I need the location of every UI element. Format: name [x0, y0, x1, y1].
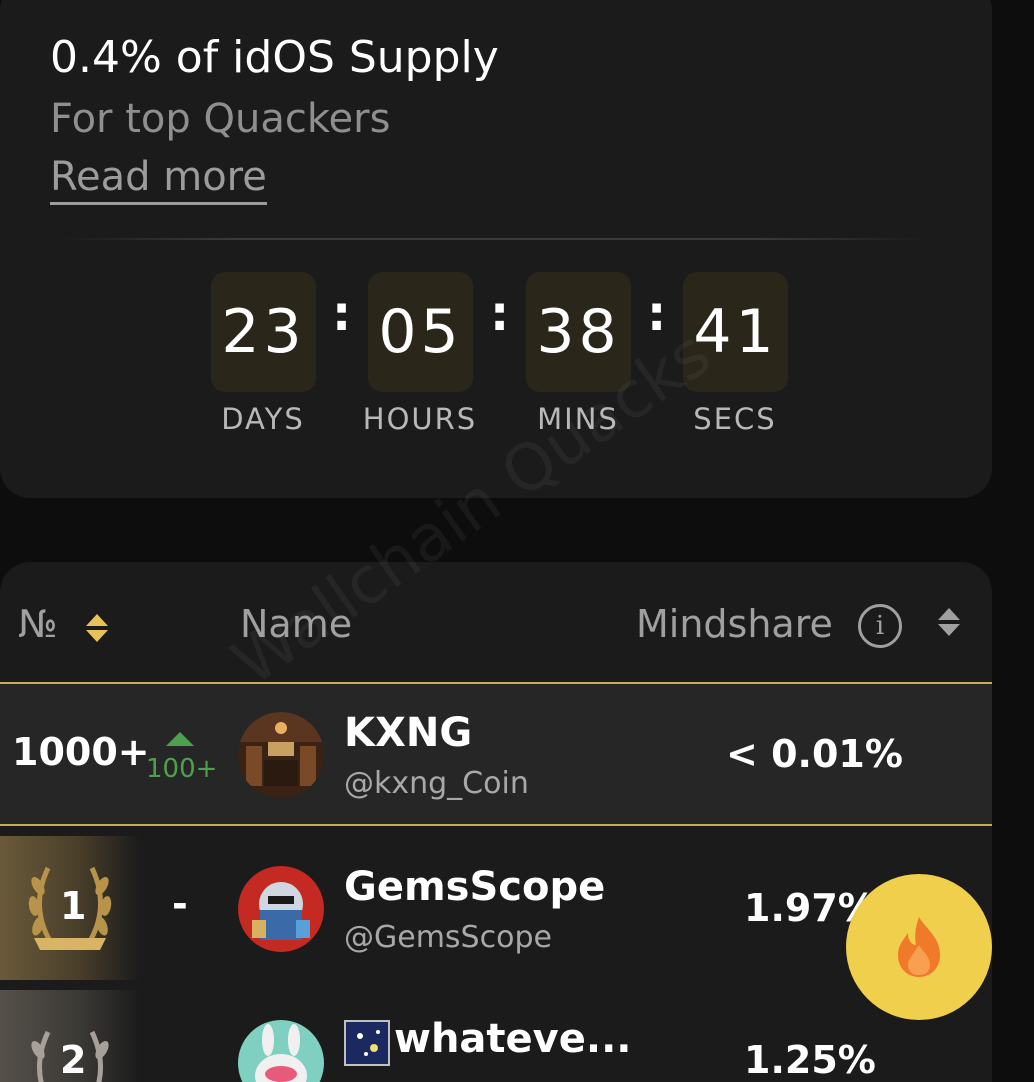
mindshare-value: < 0.01% — [726, 732, 903, 776]
countdown-hours: 05 — [368, 272, 473, 392]
countdown-days: 23 — [211, 272, 316, 392]
rank-value: 2 — [60, 1038, 87, 1082]
rank-value: 1000+ — [12, 730, 150, 774]
table-row[interactable]: 2 whateve... 1.25% — [0, 990, 992, 1082]
countdown-label-days: DAYS — [221, 402, 305, 436]
countdown-label-hours: HOURS — [362, 402, 478, 436]
header-rank: № — [18, 602, 58, 646]
sort-rank-icon[interactable] — [86, 614, 108, 644]
fire-button[interactable] — [846, 874, 992, 1020]
user-name[interactable]: GemsScope — [344, 864, 605, 910]
avatar[interactable] — [238, 1020, 324, 1082]
countdown-mins: 38 — [526, 272, 631, 392]
emoji-icon — [344, 1020, 390, 1066]
user-handle[interactable]: @GemsScope — [344, 920, 552, 955]
rank-value: 1 — [60, 884, 87, 928]
promo-card: 0.4% of idOS Supply For top Quackers Rea… — [0, 0, 992, 498]
countdown-separator: : — [332, 286, 352, 342]
info-icon[interactable]: i — [858, 604, 902, 648]
user-name[interactable]: KXNG — [344, 710, 472, 756]
header-name: Name — [240, 602, 353, 646]
countdown-secs: 41 — [683, 272, 788, 392]
divider — [60, 238, 930, 240]
promo-title: 0.4% of idOS Supply — [50, 32, 499, 83]
countdown-separator: : — [490, 286, 510, 342]
countdown-separator: : — [647, 286, 667, 342]
countdown-label-mins: MINS — [537, 402, 619, 436]
read-more-link[interactable]: Read more — [50, 154, 267, 205]
rank-change: - — [172, 882, 188, 926]
countdown-label-secs: SECS — [693, 402, 777, 436]
table-row[interactable]: 1 - GemsScope @GemsScope 1.97% — [0, 836, 992, 980]
rank-change: 100+ — [146, 754, 218, 784]
rank-up-arrow-icon — [166, 732, 194, 746]
avatar[interactable] — [238, 866, 324, 952]
leaderboard: № Name Mindshare i 1000+ 100+ KXNG @kxng… — [0, 562, 992, 1082]
sort-mindshare-icon[interactable] — [938, 608, 960, 638]
header-mindshare: Mindshare — [636, 602, 833, 646]
user-handle[interactable]: @kxng_Coin — [344, 766, 529, 801]
mindshare-value: 1.25% — [744, 1038, 876, 1082]
promo-subtitle: For top Quackers — [50, 96, 391, 142]
fire-icon — [898, 917, 940, 977]
avatar[interactable] — [238, 712, 324, 798]
table-row[interactable]: 1000+ 100+ KXNG @kxng_Coin < 0.01% — [0, 682, 992, 826]
user-name[interactable]: whateve... — [394, 1016, 631, 1062]
